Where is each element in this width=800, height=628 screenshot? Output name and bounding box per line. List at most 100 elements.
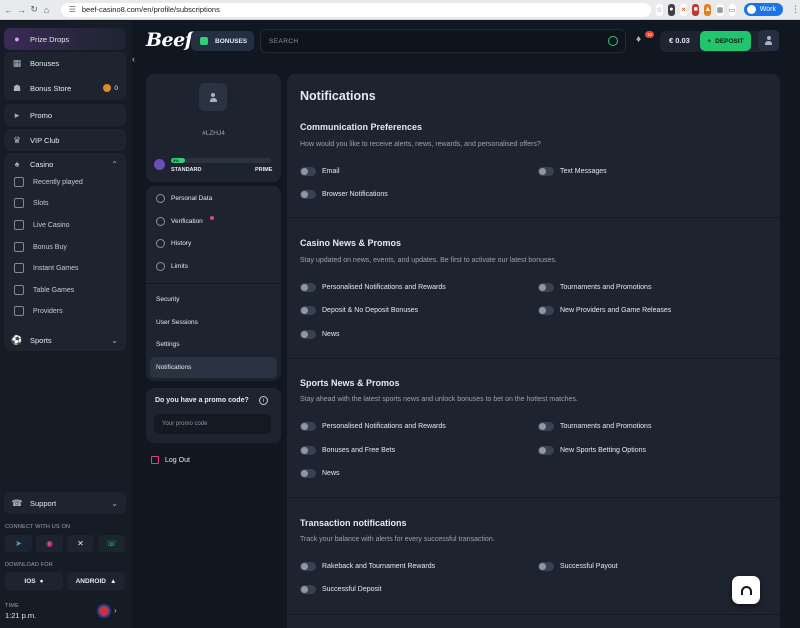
toggle-switch[interactable]: [538, 562, 554, 571]
toggle-switch[interactable]: [538, 422, 554, 431]
avatar[interactable]: [199, 83, 227, 111]
option-casino-deposit-bonuses[interactable]: Deposit & No Deposit Bonuses: [300, 306, 418, 315]
sidebar-item-support[interactable]: ☎ Support ⌄: [4, 492, 126, 514]
star-icon[interactable]: ☆: [655, 3, 663, 16]
menu-history[interactable]: History: [150, 233, 277, 254]
casino-sub-recently-played[interactable]: Recently played: [14, 172, 124, 192]
menu-icon[interactable]: ⋮: [791, 4, 800, 15]
brand-logo[interactable]: Beef: [146, 29, 193, 51]
casino-sub-instant-games[interactable]: Instant Games: [14, 258, 124, 278]
option-sports-tournaments[interactable]: Tournaments and Promotions: [538, 422, 651, 431]
address-bar[interactable]: ☰ beef-casino8.com/en/profile/subscripti…: [60, 2, 651, 17]
promo-code-input[interactable]: Your promo code: [154, 414, 271, 434]
toggle-switch[interactable]: [538, 167, 554, 176]
sidebar-item-sports[interactable]: ⚽ Sports ⌄: [4, 329, 126, 351]
sidebar-item-bonus-store[interactable]: ☗ Bonus Store 0: [4, 77, 126, 99]
menu-settings[interactable]: Settings: [150, 334, 277, 355]
extension-orange-icon[interactable]: ▲: [704, 3, 712, 16]
option-email[interactable]: Email: [300, 167, 340, 176]
option-text-messages[interactable]: Text Messages: [538, 167, 607, 176]
option-casino-tournaments[interactable]: Tournaments and Promotions: [538, 283, 651, 292]
menu-label: User Sessions: [156, 319, 198, 326]
toggle-switch[interactable]: [300, 306, 316, 315]
toggle-switch[interactable]: [300, 469, 316, 478]
info-icon[interactable]: i: [259, 396, 268, 405]
profile-chip[interactable]: Work: [743, 3, 783, 16]
instagram-icon[interactable]: ◉: [36, 535, 63, 552]
collapse-sidebar-icon[interactable]: ‹: [132, 54, 135, 64]
sidebar-item-bonuses[interactable]: ▦ Bonuses: [4, 52, 126, 74]
toggle-switch[interactable]: [300, 283, 316, 292]
home-icon[interactable]: ⌂: [42, 3, 50, 17]
extension-red-icon[interactable]: ■: [692, 3, 700, 16]
gift-icon: ▦: [12, 57, 22, 68]
toggle-switch[interactable]: [300, 585, 316, 594]
android-download-button[interactable]: ANDROID ▲: [67, 572, 125, 590]
toggle-switch[interactable]: [538, 283, 554, 292]
deposit-button[interactable]: + DEPOSIT: [700, 31, 751, 51]
search-placeholder: SEARCH: [269, 37, 299, 45]
ios-download-button[interactable]: IOS ●: [5, 572, 63, 590]
bonuses-button[interactable]: BONUSES: [191, 31, 254, 51]
casino-sub-slots[interactable]: Slots: [14, 193, 124, 213]
toggle-switch[interactable]: [300, 167, 316, 176]
menu-security[interactable]: Security: [150, 289, 277, 310]
option-rakeback-rewards[interactable]: Rakeback and Tournament Rewards: [300, 562, 435, 571]
support-chat-button[interactable]: [732, 576, 760, 604]
extension-icon[interactable]: ●: [667, 3, 675, 16]
site-info-icon[interactable]: ☰: [69, 5, 76, 14]
toggle-switch[interactable]: [300, 330, 316, 339]
option-sports-personalised[interactable]: Personalised Notifications and Rewards: [300, 422, 446, 431]
user-menu-button[interactable]: [758, 30, 779, 51]
sidebar-item-prize-drops[interactable]: ● Prize Drops: [4, 28, 126, 50]
sidepanel-icon[interactable]: ▭: [728, 3, 736, 16]
casino-sub-table-games[interactable]: Table Games: [14, 280, 124, 300]
telegram-icon[interactable]: ➤: [5, 535, 32, 552]
user-icon: [209, 92, 217, 102]
option-casino-personalised[interactable]: Personalised Notifications and Rewards: [300, 283, 446, 292]
option-sports-news[interactable]: News: [300, 469, 340, 478]
menu-user-sessions[interactable]: User Sessions: [150, 312, 277, 333]
megaphone-icon: ▸: [14, 109, 20, 120]
sidebar-item-vip-club[interactable]: ♛ VIP Club: [4, 129, 126, 151]
progress-fill: 3%: [171, 158, 185, 163]
option-successful-payout[interactable]: Successful Payout: [538, 562, 618, 571]
x-icon[interactable]: ✕: [67, 535, 94, 552]
sidebar-item-label: Promo: [30, 110, 53, 120]
option-casino-news[interactable]: News: [300, 330, 340, 339]
back-icon[interactable]: ←: [4, 3, 13, 17]
option-successful-deposit[interactable]: Successful Deposit: [300, 585, 382, 594]
toggle-switch[interactable]: [300, 562, 316, 571]
menu-personal-data[interactable]: Personal Data: [150, 188, 277, 209]
forward-icon[interactable]: →: [17, 3, 26, 17]
option-casino-new-providers[interactable]: New Providers and Game Releases: [538, 306, 671, 315]
menu-verification[interactable]: Verification: [150, 211, 277, 232]
sub-label: Table Games: [33, 286, 75, 294]
menu-label: Personal Data: [171, 195, 213, 202]
option-browser-notifications[interactable]: Browser Notifications: [300, 190, 388, 199]
toggle-switch[interactable]: [300, 190, 316, 199]
extension-x-icon[interactable]: ✕: [680, 3, 688, 16]
puzzle-icon[interactable]: ▦: [716, 3, 724, 16]
uk-flag-icon[interactable]: [97, 604, 111, 618]
toggle-switch[interactable]: [300, 422, 316, 431]
logout-button[interactable]: Log Out: [151, 456, 190, 464]
search-input[interactable]: SEARCH: [260, 29, 626, 53]
toggle-switch[interactable]: [538, 306, 554, 315]
sidebar-item-promo[interactable]: ▸ Promo: [4, 104, 126, 126]
whatsapp-icon[interactable]: ☏: [98, 535, 125, 552]
casino-sub-live-casino[interactable]: Live Casino: [14, 215, 124, 235]
toggle-switch[interactable]: [300, 446, 316, 455]
toggle-switch[interactable]: [538, 446, 554, 455]
option-sports-free-bets[interactable]: Bonuses and Free Bets: [300, 446, 395, 455]
chevron-right-icon[interactable]: ›: [114, 606, 117, 615]
profile-menu: Personal Data Verification History Limit…: [146, 186, 281, 381]
casino-sub-providers[interactable]: Providers: [14, 301, 124, 321]
menu-notifications[interactable]: Notifications: [150, 357, 277, 378]
option-label: Successful Payout: [560, 563, 618, 570]
reload-icon[interactable]: ↻: [30, 3, 38, 17]
gift-icon: [200, 37, 208, 45]
casino-sub-bonus-buy[interactable]: Bonus Buy: [14, 237, 124, 257]
option-sports-new-options[interactable]: New Sports Betting Options: [538, 446, 646, 455]
menu-limits[interactable]: Limits: [150, 256, 277, 277]
